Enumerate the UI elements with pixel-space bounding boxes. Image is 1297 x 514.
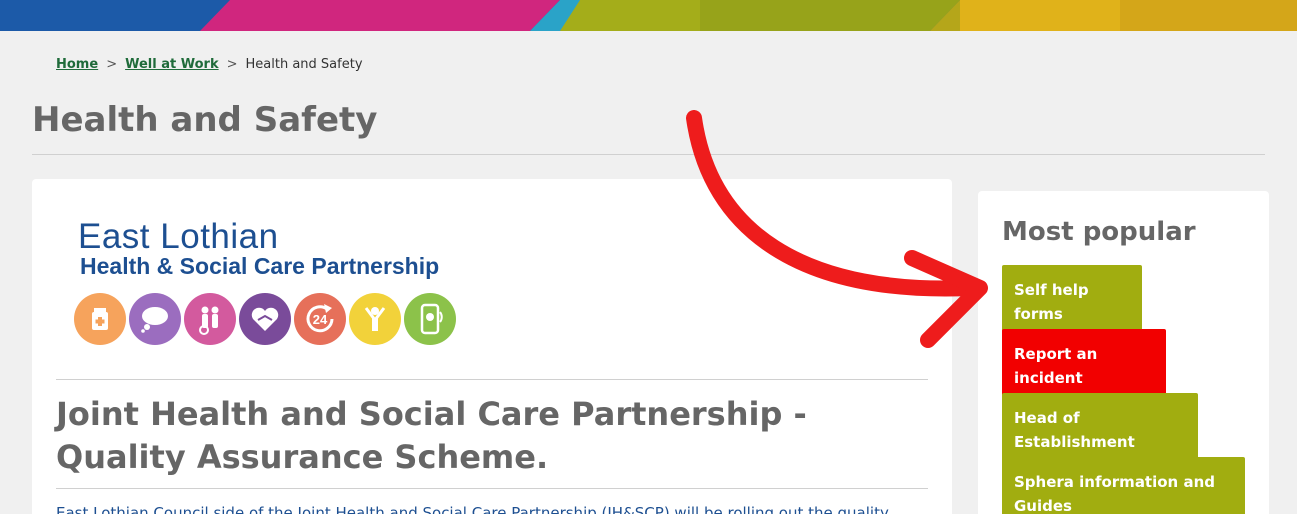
self-help-forms-button[interactable]: Self help forms: [1002, 265, 1142, 339]
most-popular-panel: Most popular Self help forms Report an i…: [978, 191, 1269, 514]
celebration-icon: [349, 293, 401, 345]
intro-paragraph: East Lothian Council side of the Joint H…: [56, 504, 889, 514]
thought-bubble-icon: [129, 293, 181, 345]
heart-handshake-icon: [239, 293, 291, 345]
medicine-icon: [74, 293, 126, 345]
logo-line-east-lothian: East Lothian: [78, 217, 279, 256]
breadcrumb-current: Health and Safety: [245, 57, 363, 72]
sphera-information-button[interactable]: Sphera information and Guides: [1002, 457, 1245, 514]
breadcrumb-home-link[interactable]: Home: [56, 57, 98, 72]
head-of-establishment-button[interactable]: Head of Establishment: [1002, 393, 1198, 467]
most-popular-title: Most popular: [1002, 217, 1196, 247]
main-content-card: East Lothian Health & Social Care Partne…: [32, 179, 952, 514]
logo-icon-row: 24: [74, 293, 456, 345]
24-hours-icon: 24: [294, 293, 346, 345]
page-title: Health and Safety: [32, 100, 378, 140]
breadcrumb-separator: >: [106, 57, 118, 72]
content-divider: [56, 379, 928, 380]
logo-line-partnership: Health & Social Care Partnership: [80, 253, 440, 279]
title-divider: [32, 154, 1265, 155]
family-icon: [184, 293, 236, 345]
breadcrumb-well-at-work-link[interactable]: Well at Work: [125, 57, 219, 72]
scheme-heading: Joint Health and Social Care Partnership…: [56, 395, 807, 476]
content-divider: [56, 488, 928, 489]
24-hours-label: 24: [313, 312, 328, 327]
partnership-logo: East Lothian Health & Social Care Partne…: [74, 217, 458, 347]
report-incident-button[interactable]: Report an incident: [1002, 329, 1166, 403]
header-banner: [0, 0, 1297, 31]
phone-icon: [404, 293, 456, 345]
breadcrumb-separator: >: [226, 57, 238, 72]
breadcrumb: Home > Well at Work > Health and Safety: [56, 57, 363, 72]
